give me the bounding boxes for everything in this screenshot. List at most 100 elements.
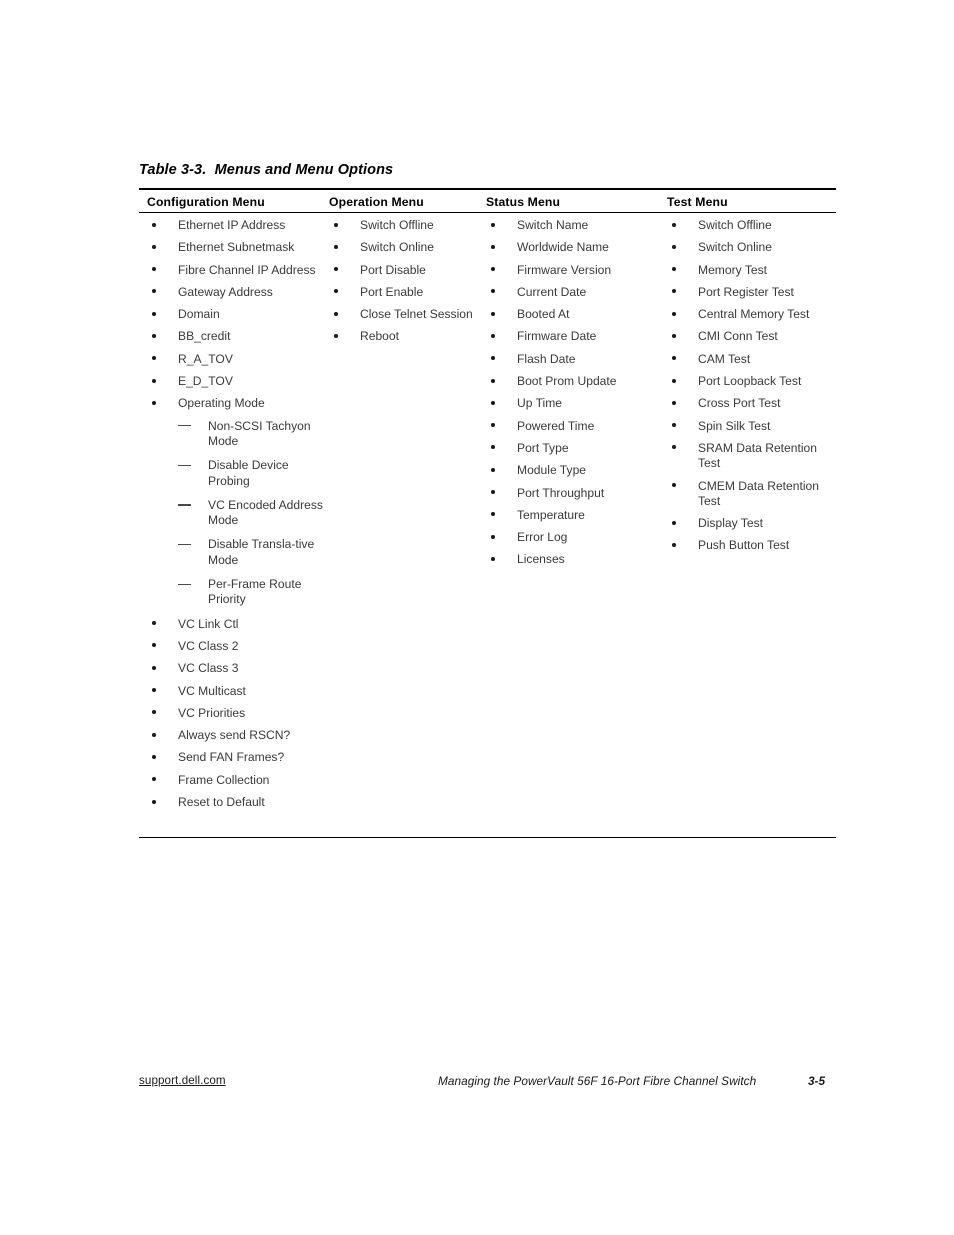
bullet-icon [672, 244, 676, 249]
menu-item: Firmware Version [486, 263, 662, 278]
menu-item: Error Log [486, 530, 662, 545]
bullet-icon [152, 222, 156, 227]
column-operation-menu: Switch Offline Switch Online Port Disable P… [329, 218, 481, 352]
bullet-icon [672, 423, 676, 428]
menu-item-label: VC Class 2 [178, 638, 239, 653]
menu-item: Reboot [329, 329, 481, 344]
menu-item: BB_credit [147, 329, 325, 344]
bullet-icon [334, 289, 338, 294]
menu-item: Powered Time [486, 419, 662, 434]
bullet-icon [491, 289, 495, 294]
bullet-icon [152, 378, 156, 383]
menu-item: Booted At [486, 307, 662, 322]
menu-item-label: VC Link Ctl [178, 616, 239, 631]
bullet-icon [152, 777, 156, 782]
bullet-icon [491, 512, 495, 517]
menu-item-label: Ethernet IP Address [178, 218, 286, 232]
menu-item: Module Type [486, 463, 662, 478]
menu-item-label: BB_credit [178, 329, 231, 344]
bullet-icon [491, 333, 495, 338]
dash-icon [178, 504, 191, 506]
menu-item: Frame Collection [147, 773, 325, 788]
menu-item-label: Switch Online [360, 240, 434, 255]
menu-item: Licenses [486, 552, 662, 567]
menu-item-label: Temperature [517, 507, 585, 522]
menu-item: Port Enable [329, 285, 481, 300]
menu-item-label: VC Multicast [178, 683, 246, 698]
footer-page-number: 3-5 [808, 1074, 826, 1088]
bullet-icon [334, 244, 338, 249]
menu-item: Gateway Address [147, 285, 325, 300]
column-test-menu: Switch Offline Switch Online Memory Test Po… [667, 218, 837, 561]
menu-item: Domain [147, 307, 325, 322]
bullet-icon [152, 732, 156, 737]
bullet-icon [672, 445, 676, 450]
menu-item: CMI Conn Test [667, 329, 837, 344]
bullet-icon [672, 483, 676, 488]
bullet-icon [672, 267, 676, 272]
table-top-rule [139, 188, 836, 190]
menu-item: Switch Online [329, 240, 481, 255]
menu-item-label: Port Disable [360, 262, 426, 277]
document-page: Table 3-3. Menus and Menu Options Config… [0, 0, 954, 1235]
bullet-icon [334, 333, 338, 338]
menu-item: VC Multicast [147, 684, 325, 699]
menu-item-label: Licenses [517, 552, 565, 567]
menu-item: VC Link Ctl [147, 617, 325, 632]
menu-item: Port Type [486, 441, 662, 456]
bullet-icon [152, 688, 156, 693]
menu-sublist: Non-SCSI Tachyon Mode Disable Device Prob… [178, 419, 325, 608]
menu-item: VC Priorities [147, 706, 325, 721]
menu-item-label: Booted At [517, 307, 570, 322]
menu-item: Switch Online [667, 240, 837, 255]
dash-icon [178, 464, 191, 467]
menu-item-label: Domain [178, 307, 220, 322]
bullet-icon [672, 542, 676, 547]
menu-list-configuration: Ethernet IP Address Ethernet Subnetmask Fi… [147, 218, 325, 810]
menu-item-label: Port Throughput [517, 485, 605, 500]
bullet-icon [672, 520, 676, 525]
menu-subitem-label: Non-SCSI Tachyon Mode [208, 418, 311, 448]
bullet-icon [672, 378, 676, 383]
menu-item: Cross Port Test [667, 396, 837, 411]
menu-item: Port Register Test [667, 285, 837, 300]
menu-item: Fibre Channel IP Address [147, 263, 325, 278]
table-caption: Table 3-3. Menus and Menu Options [139, 162, 394, 178]
menu-item-label: Worldwide Name [517, 240, 609, 255]
menu-item: R_A_TOV [147, 352, 325, 367]
menu-item: Current Date [486, 285, 662, 300]
menu-item-label: Port Register Test [698, 284, 794, 299]
menu-list-status: Switch Name Worldwide Name Firmware Versio… [486, 218, 662, 568]
menu-item: Switch Offline [329, 218, 481, 233]
bullet-icon [491, 222, 495, 227]
bullet-icon [672, 400, 676, 405]
menu-item-label: Push Button Test [698, 538, 790, 553]
column-header-operation-menu: Operation Menu [329, 195, 424, 209]
bullet-icon [491, 445, 495, 450]
menu-list-test: Switch Offline Switch Online Memory Test Po… [667, 218, 837, 554]
menu-item-label: CMI Conn Test [698, 329, 778, 344]
menu-item-label: Switch Online [698, 240, 772, 255]
menu-item: Memory Test [667, 263, 837, 278]
bullet-icon [152, 289, 156, 294]
menu-item-label: SRAM Data Retention Test [698, 440, 817, 471]
bullet-icon [672, 289, 676, 294]
footer-support-link[interactable]: support.dell.com [139, 1074, 226, 1087]
bullet-icon [334, 311, 338, 316]
menu-item-label: Cross Port Test [698, 396, 781, 411]
menu-item: VC Class 2 [147, 639, 325, 654]
menu-item: Temperature [486, 508, 662, 523]
menu-item-label: Always send RSCN? [178, 728, 291, 743]
menu-item-label: Central Memory Test [698, 307, 810, 322]
menu-subitem-label: Disable Transla-tive Mode [208, 537, 315, 567]
column-header-status-menu: Status Menu [486, 195, 561, 209]
menu-item: Switch Offline [667, 218, 837, 233]
menu-item-label: R_A_TOV [178, 351, 233, 366]
bullet-icon [152, 400, 156, 405]
menu-item: CAM Test [667, 352, 837, 367]
menu-item-label: E_D_TOV [178, 374, 233, 389]
bullet-icon [672, 333, 676, 338]
menu-subitem: Disable Device Probing [178, 458, 325, 489]
menu-item-label: Memory Test [698, 262, 767, 277]
bullet-icon [334, 222, 338, 227]
